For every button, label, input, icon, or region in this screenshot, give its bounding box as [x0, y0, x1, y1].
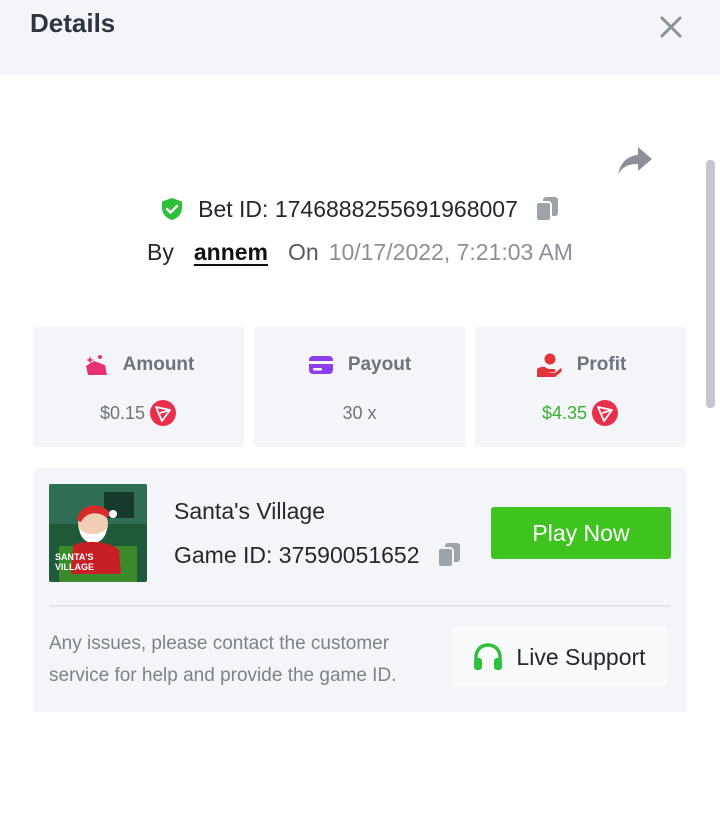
stat-card-payout: Payout 30 x [254, 327, 465, 447]
game-thumbnail[interactable]: SANTA'S VILLAGE [49, 484, 147, 582]
stat-card-amount: Amount $0.15 [33, 327, 244, 447]
stat-value: 30 x [342, 402, 377, 423]
bet-date: 10/17/2022, 7:21:03 AM [328, 238, 573, 265]
thumbnail-caption: SANTA'S VILLAGE [55, 552, 95, 572]
username-link[interactable]: annem [194, 239, 268, 266]
copy-icon[interactable] [436, 541, 462, 569]
tron-coin-icon [150, 400, 177, 426]
close-icon[interactable] [656, 12, 686, 42]
game-panel: SANTA'S VILLAGE Santa's Village Game ID:… [33, 468, 687, 712]
game-id-row: Game ID: 37590051652 [174, 540, 462, 570]
game-name: Santa's Village [174, 498, 326, 524]
tron-coin-icon [592, 400, 619, 426]
play-now-button[interactable]: Play Now [491, 507, 671, 559]
verified-shield-icon [162, 198, 183, 220]
live-support-label: Live Support [516, 643, 646, 670]
card-icon [308, 356, 333, 374]
game-id: Game ID: 37590051652 [174, 541, 420, 568]
stat-value: $0.15 [99, 402, 146, 423]
headset-icon [474, 643, 503, 670]
page-title: Details [30, 8, 116, 38]
amount-icon [85, 355, 107, 375]
stat-value: $4.35 [541, 402, 588, 423]
copy-icon[interactable] [534, 195, 560, 223]
divider [49, 605, 671, 607]
bet-id-row: Bet ID: 1746888255691968007 [0, 192, 720, 226]
hand-coin-icon [536, 353, 562, 377]
header: Details [0, 0, 720, 75]
stat-label: Payout [347, 354, 412, 375]
help-text: Any issues, please contact the customer … [49, 633, 397, 686]
bet-id: Bet ID: 1746888255691968007 [198, 195, 518, 222]
stat-label: Profit [576, 354, 627, 375]
on-label: On [288, 238, 319, 265]
bet-meta-row: By annem On 10/17/2022, 7:21:03 AM [0, 236, 720, 268]
stat-card-profit: Profit $4.35 [475, 327, 686, 447]
live-support-button[interactable]: Live Support [451, 627, 667, 687]
share-icon[interactable] [616, 145, 654, 177]
stat-label: Amount [122, 354, 195, 375]
by-label: By [147, 238, 174, 265]
